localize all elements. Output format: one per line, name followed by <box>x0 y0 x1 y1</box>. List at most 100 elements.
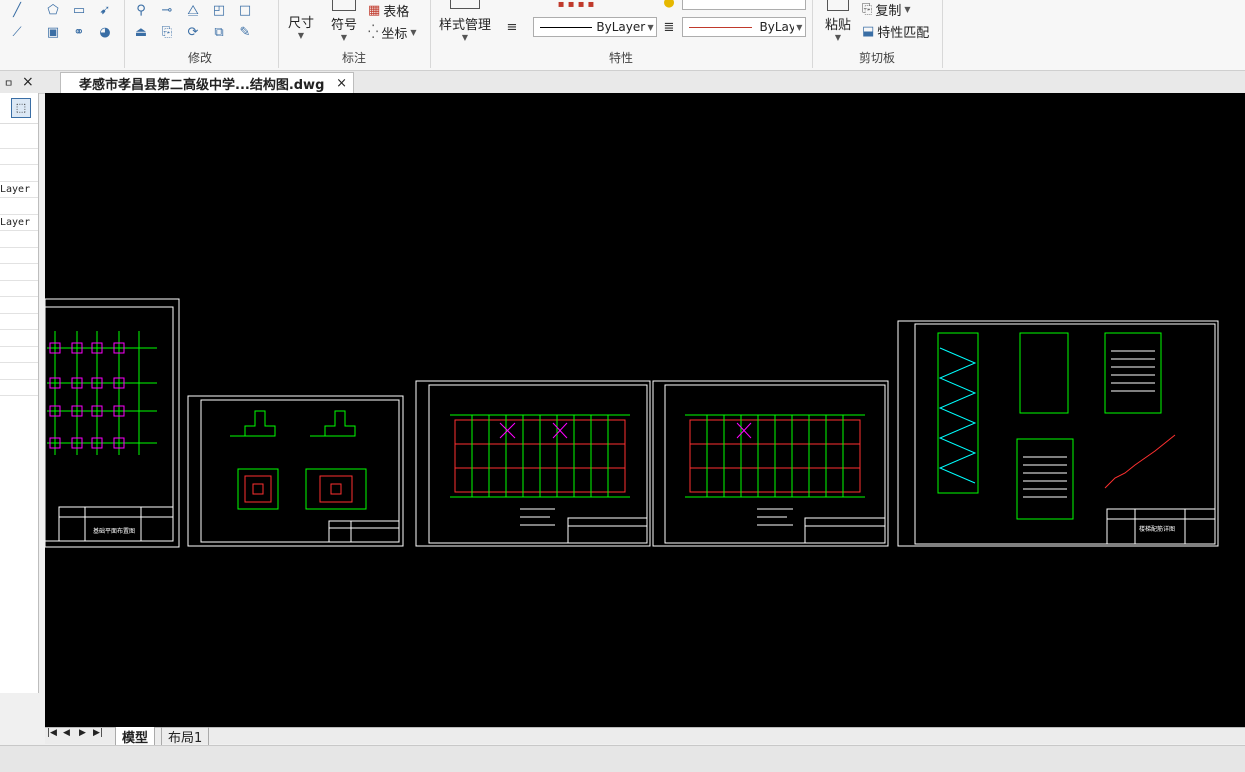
rectangle-icon[interactable]: ▭ <box>70 2 88 18</box>
group-properties-label: 特性 <box>608 51 633 65</box>
dimension-button[interactable]: 尺寸 ▼ <box>286 12 316 40</box>
polygon-icon[interactable]: ⬠ <box>44 2 62 18</box>
linetype-value: ByLayer <box>596 20 646 34</box>
lineweight-value: ByLayer <box>759 20 794 34</box>
table-button[interactable]: ▦ 表格 <box>368 1 409 20</box>
rotate-icon[interactable]: ⟳ <box>184 24 202 40</box>
property-row[interactable] <box>0 198 38 215</box>
color-icon: ● <box>663 0 675 10</box>
construction-line-icon[interactable]: ⟋ <box>8 24 26 40</box>
property-row[interactable] <box>0 347 38 363</box>
scale-icon[interactable]: ⏏ <box>132 24 150 40</box>
paste-button[interactable]: 粘贴 ▼ <box>820 0 856 42</box>
property-row[interactable]: Layer <box>0 215 38 231</box>
title-block <box>58 506 174 542</box>
array-icon[interactable]: ⚭ <box>70 24 88 40</box>
group-clipboard-label: 剪切板 <box>858 51 895 65</box>
sheet-framing-plan-1[interactable] <box>415 380 651 547</box>
sheet-title-foundation: 基础平面布置图 <box>93 527 135 535</box>
sheet-framing-plan-2[interactable] <box>652 380 889 547</box>
layout-tab-bar: |◀ ◀ ▶ ▶| 模型 布局1 <box>45 727 1245 747</box>
chevron-down-icon: ▼ <box>647 22 654 32</box>
coordinate-label: 坐标 <box>381 27 408 42</box>
match-properties-label: 特性匹配 <box>877 26 930 41</box>
property-row[interactable] <box>0 165 38 182</box>
last-page-icon[interactable]: ▶| <box>93 728 103 738</box>
sheet-foundation-plan[interactable]: 基础平面布置图 <box>45 298 180 548</box>
property-row[interactable] <box>0 149 38 165</box>
sheet-stair-details[interactable]: 楼梯配筋详图 <box>897 320 1219 547</box>
style-manager-label: 样式管理 <box>438 18 491 33</box>
linetype-combo[interactable]: ByLayer ▼ <box>533 17 657 37</box>
drawing-svg: 基础平面布置图 楼梯配筋详图 <box>45 298 1219 548</box>
document-tab[interactable]: 孝感市孝昌县第二高级中学...结构图.dwg × <box>60 72 354 94</box>
edit-icon[interactable]: ✎ <box>236 24 254 40</box>
property-row[interactable] <box>0 297 38 314</box>
property-row[interactable] <box>0 330 38 347</box>
panel-rows: Layer Layer <box>0 132 38 396</box>
symbol-icon <box>332 0 356 11</box>
lineweight-combo[interactable]: ByLayer ▼ <box>682 17 806 37</box>
first-page-icon[interactable]: |◀ <box>47 728 57 738</box>
coordinate-icon: ⁛ <box>368 25 379 40</box>
color-combo[interactable] <box>682 0 806 10</box>
box-icon[interactable]: □ <box>236 2 254 18</box>
property-row[interactable]: Layer <box>0 182 38 198</box>
chevron-down-icon: ▼ <box>297 31 305 40</box>
chevron-down-icon: ▼ <box>461 33 469 42</box>
tab-model[interactable]: 模型 <box>115 727 156 747</box>
trim-icon[interactable]: ⊸ <box>158 2 176 18</box>
tab-layout1[interactable]: 布局1 <box>161 727 210 747</box>
move-icon[interactable]: ⚲ <box>132 2 150 18</box>
property-row[interactable] <box>0 248 38 264</box>
chevron-down-icon: ▼ <box>340 33 348 42</box>
property-row[interactable] <box>0 380 38 396</box>
sheet-title-stair: 楼梯配筋详图 <box>1139 525 1175 533</box>
match-properties-icon: ⬓ <box>862 24 875 39</box>
ribbon: ╱ ⬠ ▭ ➹ ⟋ ▣ ⚭ ◕ ⚲ ⊸ ⧋ ◰ □ ⏏ ⎘ ⟳ ⧉ ✎ 修改 尺… <box>0 0 1245 71</box>
paste-icon <box>827 0 849 11</box>
close-icon[interactable]: × <box>336 76 347 91</box>
style-manager-button[interactable]: 样式管理 ▼ <box>436 0 494 42</box>
group-annotate-label: 标注 <box>341 51 366 65</box>
table-label: 表格 <box>383 5 410 20</box>
panel-pin-icon[interactable]: ㅁ <box>4 75 13 90</box>
property-row[interactable] <box>0 314 38 330</box>
explode-icon[interactable]: ⧉ <box>210 24 228 40</box>
property-row[interactable] <box>0 132 38 149</box>
chevron-down-icon: ▼ <box>410 28 417 37</box>
next-page-icon[interactable]: ▶ <box>79 728 86 738</box>
mirror-icon[interactable]: ⧋ <box>184 2 202 18</box>
panel-toolbar: ⬚ <box>0 93 38 124</box>
pick-icon[interactable]: ➹ <box>96 2 114 18</box>
foundation-footings <box>49 342 125 449</box>
toolbar-small-icons: ▪ ▪ ▪ ▪ <box>557 0 595 10</box>
table-icon: ▦ <box>368 3 381 18</box>
paste-label: 粘贴 <box>824 18 851 33</box>
dimension-label: 尺寸 <box>287 16 314 31</box>
drawing-canvas[interactable]: 基础平面布置图 楼梯配筋详图 <box>45 93 1245 727</box>
stretch-icon[interactable]: ▣ <box>44 24 62 40</box>
copy-label: 复制 <box>875 4 902 19</box>
property-row[interactable] <box>0 281 38 297</box>
sheet-footing-details[interactable] <box>187 395 404 547</box>
symbol-button[interactable]: 符号 ▼ <box>328 0 360 42</box>
prev-page-icon[interactable]: ◀ <box>63 728 70 738</box>
linestyle-icon: ≣ <box>663 19 675 35</box>
copy-icon: ⎘ <box>862 2 873 17</box>
line-icon[interactable]: ╱ <box>8 2 26 18</box>
chevron-down-icon: ▼ <box>796 22 803 32</box>
property-row[interactable] <box>0 363 38 380</box>
coordinate-button[interactable]: ⁛ 坐标 ▼ <box>368 23 417 42</box>
select-objects-icon[interactable]: ⬚ <box>11 98 31 118</box>
property-row[interactable] <box>0 264 38 281</box>
status-bar <box>0 745 1245 772</box>
panel-close-icon[interactable]: × <box>22 74 34 90</box>
copy-tool-icon[interactable]: ⎘ <box>158 24 176 40</box>
copy-button[interactable]: ⎘ 复制 ▼ <box>862 0 911 19</box>
property-row[interactable] <box>0 231 38 248</box>
region-icon[interactable]: ◕ <box>96 24 114 40</box>
document-tab-title: 孝感市孝昌县第二高级中学...结构图.dwg <box>79 78 325 93</box>
offset-icon[interactable]: ◰ <box>210 2 228 18</box>
match-properties-button[interactable]: ⬓ 特性匹配 <box>862 22 929 41</box>
